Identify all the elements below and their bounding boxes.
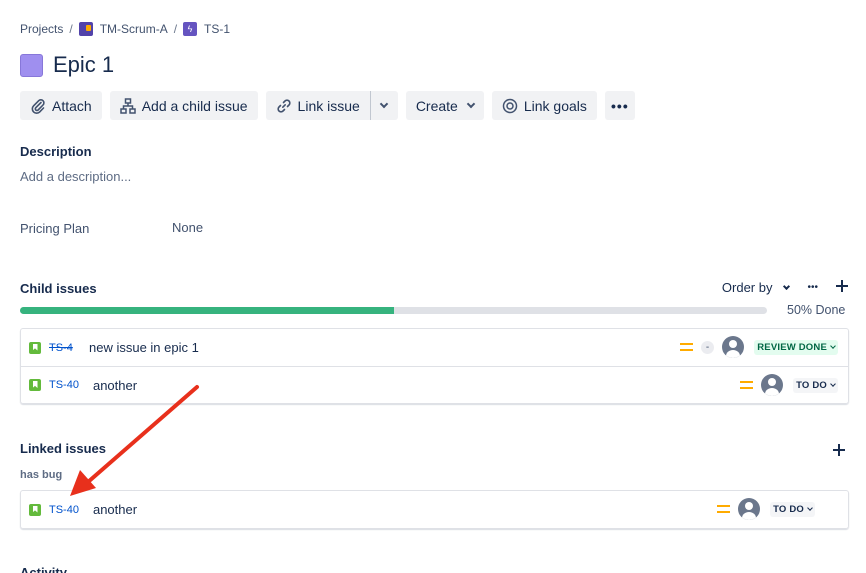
progress-fill — [20, 307, 394, 314]
target-icon — [502, 98, 518, 114]
chevron-down-icon — [807, 505, 813, 511]
create-label: Create — [415, 97, 458, 114]
chevron-down-icon — [380, 99, 389, 109]
issue-row-meta: TO DO — [740, 367, 838, 403]
status-dropdown[interactable]: TO DO — [793, 377, 838, 393]
add-child-issue-button[interactable]: Add a child issue — [109, 91, 258, 120]
chevron-down-icon — [466, 99, 476, 109]
pricing-plan-value[interactable]: None — [172, 220, 203, 235]
linked-issues-list: TS-40 another TO DO — [20, 490, 849, 529]
list-item[interactable]: TS-40 another TO DO — [21, 491, 848, 528]
link-relation-label: has bug — [20, 469, 63, 481]
order-by-dropdown[interactable]: Order by — [721, 280, 791, 295]
child-issues-list: TS-4 new issue in epic 1 - REVIEW DONE T… — [20, 328, 849, 404]
status-label: REVIEW DONE — [757, 341, 827, 353]
breadcrumb-projects[interactable]: Projects — [20, 22, 63, 36]
list-item[interactable]: TS-4 new issue in epic 1 - REVIEW DONE — [21, 329, 848, 366]
breadcrumb: Projects / TM-Scrum-A / ϟ TS-1 — [20, 21, 230, 37]
status-label: TO DO — [773, 503, 804, 515]
chevron-down-icon — [783, 282, 791, 290]
issue-row-meta: TO DO — [717, 491, 815, 527]
avatar-icon[interactable] — [722, 336, 745, 358]
add-child-label: Add a child issue — [141, 97, 248, 114]
breadcrumb-issue[interactable]: TS-1 — [204, 22, 230, 36]
add-linked-issue-button[interactable] — [833, 443, 845, 461]
child-issues-actions: Order by ••• — [722, 280, 848, 295]
page-title[interactable]: Epic 1 — [53, 52, 114, 78]
breadcrumb-project[interactable]: TM-Scrum-A — [100, 22, 168, 36]
status-dropdown[interactable]: TO DO — [770, 501, 815, 517]
breadcrumb-separator: / — [69, 22, 73, 36]
breadcrumb-separator: / — [173, 22, 178, 36]
issue-row-meta: - REVIEW DONE — [679, 329, 838, 365]
story-icon — [29, 341, 41, 354]
issue-key-link[interactable]: TS-4 — [49, 342, 75, 354]
description-heading: Description — [20, 144, 92, 159]
create-button[interactable]: Create — [405, 91, 484, 120]
order-by-label: Order by — [721, 280, 773, 295]
link-goals-button[interactable]: Link goals — [491, 91, 597, 120]
attach-button[interactable]: Attach — [20, 91, 102, 120]
plus-icon — [833, 444, 845, 456]
issue-summary[interactable]: another — [93, 378, 137, 393]
activity-heading: Activity — [20, 565, 67, 573]
issue-summary[interactable]: another — [93, 502, 137, 517]
story-icon — [29, 503, 41, 516]
plus-icon — [836, 280, 848, 292]
child-issues-progress-bar — [20, 307, 767, 314]
link-icon — [276, 98, 292, 114]
link-issue-split-button: Link issue — [265, 91, 398, 120]
priority-medium-icon — [717, 505, 731, 513]
avatar-icon[interactable] — [761, 374, 784, 396]
link-issue-button[interactable]: Link issue — [265, 91, 370, 120]
more-icon: ••• — [611, 97, 629, 114]
issue-key-link[interactable]: TS-40 — [49, 504, 79, 516]
status-dropdown[interactable]: REVIEW DONE — [754, 339, 838, 355]
hierarchy-icon — [119, 97, 136, 114]
chevron-down-icon — [830, 343, 836, 349]
issue-summary[interactable]: new issue in epic 1 — [89, 340, 199, 355]
link-issue-dropdown[interactable] — [369, 91, 398, 120]
estimate-badge: - — [700, 340, 715, 354]
attach-label: Attach — [52, 97, 92, 114]
add-child-plus-button[interactable] — [836, 280, 848, 295]
priority-medium-icon — [740, 381, 754, 389]
progress-percent: 50% Done — [787, 303, 846, 317]
issue-key-link[interactable]: TS-40 — [49, 379, 79, 391]
priority-medium-icon — [679, 343, 693, 351]
issue-toolbar: Attach Add a child issue Link issue Crea… — [20, 91, 643, 120]
linked-issues-heading: Linked issues — [20, 441, 106, 456]
child-issues-more-button[interactable]: ••• — [807, 282, 818, 293]
list-item[interactable]: TS-40 another TO DO — [21, 366, 848, 403]
child-issues-heading: Child issues — [20, 281, 97, 296]
avatar-icon[interactable] — [738, 498, 761, 520]
chevron-down-icon — [830, 381, 836, 387]
description-field[interactable]: Add a description... — [20, 169, 131, 184]
epic-icon: ϟ — [183, 22, 198, 36]
story-icon — [29, 379, 41, 391]
pricing-plan-label: Pricing Plan — [20, 221, 90, 236]
status-label: TO DO — [796, 379, 827, 391]
more-actions-button[interactable]: ••• — [604, 91, 635, 120]
link-goals-label: Link goals — [523, 97, 587, 114]
title-row: Epic 1 — [20, 52, 114, 78]
paperclip-icon — [30, 98, 46, 114]
epic-color-icon[interactable] — [20, 53, 43, 77]
link-issue-label: Link issue — [297, 97, 360, 114]
project-icon — [78, 22, 93, 36]
